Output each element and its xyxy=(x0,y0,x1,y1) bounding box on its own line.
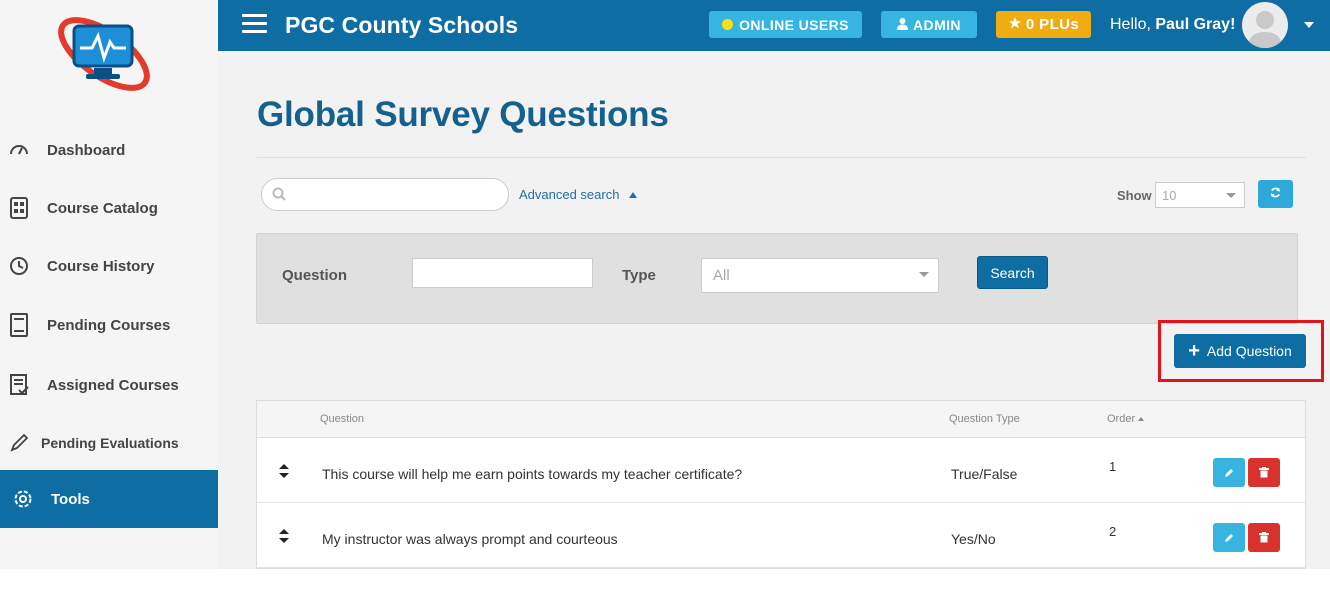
delete-button[interactable] xyxy=(1248,458,1280,487)
search-icon xyxy=(272,187,286,206)
column-header-order[interactable]: Order xyxy=(1107,413,1145,425)
order-cell: 2 xyxy=(1109,524,1117,539)
catalog-icon xyxy=(8,197,30,219)
question-filter-label: Question xyxy=(282,267,348,284)
page-size-select[interactable]: 10 xyxy=(1155,182,1245,208)
sidebar-item-label: Course History xyxy=(47,257,155,275)
sidebar-item-label: Assigned Courses xyxy=(47,376,179,394)
plus-icon: + xyxy=(1188,340,1200,362)
page-title: Global Survey Questions xyxy=(257,95,669,134)
question-filter-input[interactable] xyxy=(412,258,593,288)
avatar[interactable] xyxy=(1242,2,1288,48)
user-icon xyxy=(897,17,909,33)
trash-icon xyxy=(1259,467,1269,478)
menu-icon[interactable] xyxy=(242,14,267,34)
delete-button[interactable] xyxy=(1248,523,1280,552)
pencil-icon xyxy=(8,432,30,454)
column-header-question-type[interactable]: Question Type xyxy=(949,413,1020,425)
sort-asc-icon xyxy=(1138,417,1145,422)
sidebar-item-tools[interactable]: Tools xyxy=(0,470,218,528)
type-filter-label: Type xyxy=(622,267,656,284)
history-icon xyxy=(8,255,30,277)
questions-table: Question Question Type Order This course… xyxy=(256,400,1306,569)
search-input[interactable] xyxy=(261,178,509,211)
caret-up-icon xyxy=(629,191,638,198)
drag-handle-icon[interactable] xyxy=(279,529,289,546)
type-cell: Yes/No xyxy=(951,531,996,547)
show-label: Show xyxy=(1117,188,1152,203)
online-users-label: ONLINE USERS xyxy=(739,16,849,33)
table-row: My instructor was always prompt and cour… xyxy=(257,503,1305,568)
table-row: This course will help me earn points tow… xyxy=(257,438,1305,503)
sidebar-item-label: Course Catalog xyxy=(47,199,158,217)
search-button[interactable]: Search xyxy=(977,256,1048,289)
advanced-search-panel: Question Type All Search xyxy=(256,233,1298,324)
user-menu-chevron-icon[interactable] xyxy=(1304,22,1314,28)
edit-button[interactable] xyxy=(1213,458,1245,487)
online-users-button[interactable]: ONLINE USERS xyxy=(709,11,862,38)
top-bar: PGC County Schools ONLINE USERS ADMIN 0 … xyxy=(218,0,1330,51)
order-cell: 1 xyxy=(1109,459,1117,474)
status-dot-icon xyxy=(722,19,734,30)
edit-button[interactable] xyxy=(1213,523,1245,552)
admin-button[interactable]: ADMIN xyxy=(881,11,977,38)
refresh-icon xyxy=(1270,185,1281,203)
user-name: Paul Gray! xyxy=(1155,16,1236,33)
trash-icon xyxy=(1259,532,1269,543)
question-cell: This course will help me earn points tow… xyxy=(322,466,743,482)
refresh-button[interactable] xyxy=(1258,180,1293,208)
app-title: PGC County Schools xyxy=(285,12,519,38)
sidebar-item-pending-courses[interactable]: Pending Courses xyxy=(0,296,218,354)
sidebar-item-dashboard[interactable]: Dashboard xyxy=(0,121,218,179)
pencil-icon xyxy=(1225,533,1233,542)
sidebar: Dashboard Course Catalog Course History … xyxy=(0,0,218,569)
plus-label: 0 PLUs xyxy=(1025,16,1080,33)
gear-icon xyxy=(12,488,34,510)
chevron-down-icon xyxy=(1226,193,1236,198)
plus-button[interactable]: 0 PLUs xyxy=(996,11,1091,38)
sidebar-item-label: Pending Evaluations xyxy=(41,435,179,451)
type-filter-select[interactable]: All xyxy=(701,258,939,293)
sidebar-item-label: Tools xyxy=(51,490,90,508)
question-cell: My instructor was always prompt and cour… xyxy=(322,531,618,547)
pencil-icon xyxy=(1225,468,1233,477)
chevron-down-icon xyxy=(919,272,929,277)
sidebar-item-course-catalog[interactable]: Course Catalog xyxy=(0,179,218,237)
clipboard-icon xyxy=(8,374,30,396)
table-header: Question Question Type Order xyxy=(257,401,1305,438)
column-header-question[interactable]: Question xyxy=(320,413,364,425)
type-cell: True/False xyxy=(951,466,1018,482)
star-icon xyxy=(1008,16,1022,34)
advanced-search-link[interactable]: Advanced search xyxy=(519,187,638,202)
gauge-icon xyxy=(8,139,30,161)
book-icon xyxy=(8,313,30,337)
add-question-button[interactable]: + Add Question xyxy=(1174,334,1306,368)
sidebar-item-pending-evaluations[interactable]: Pending Evaluations xyxy=(0,414,218,472)
sidebar-item-label: Pending Courses xyxy=(47,316,171,334)
app-logo[interactable] xyxy=(52,14,158,92)
drag-handle-icon[interactable] xyxy=(279,464,289,481)
admin-label: ADMIN xyxy=(913,16,961,33)
main-content: Global Survey Questions Advanced search … xyxy=(218,51,1330,569)
sidebar-item-label: Dashboard xyxy=(47,141,126,159)
greeting: Hello, Paul Gray! xyxy=(1110,16,1236,33)
sidebar-item-assigned-courses[interactable]: Assigned Courses xyxy=(0,356,218,414)
sidebar-item-course-history[interactable]: Course History xyxy=(0,237,218,295)
divider xyxy=(257,157,1306,158)
